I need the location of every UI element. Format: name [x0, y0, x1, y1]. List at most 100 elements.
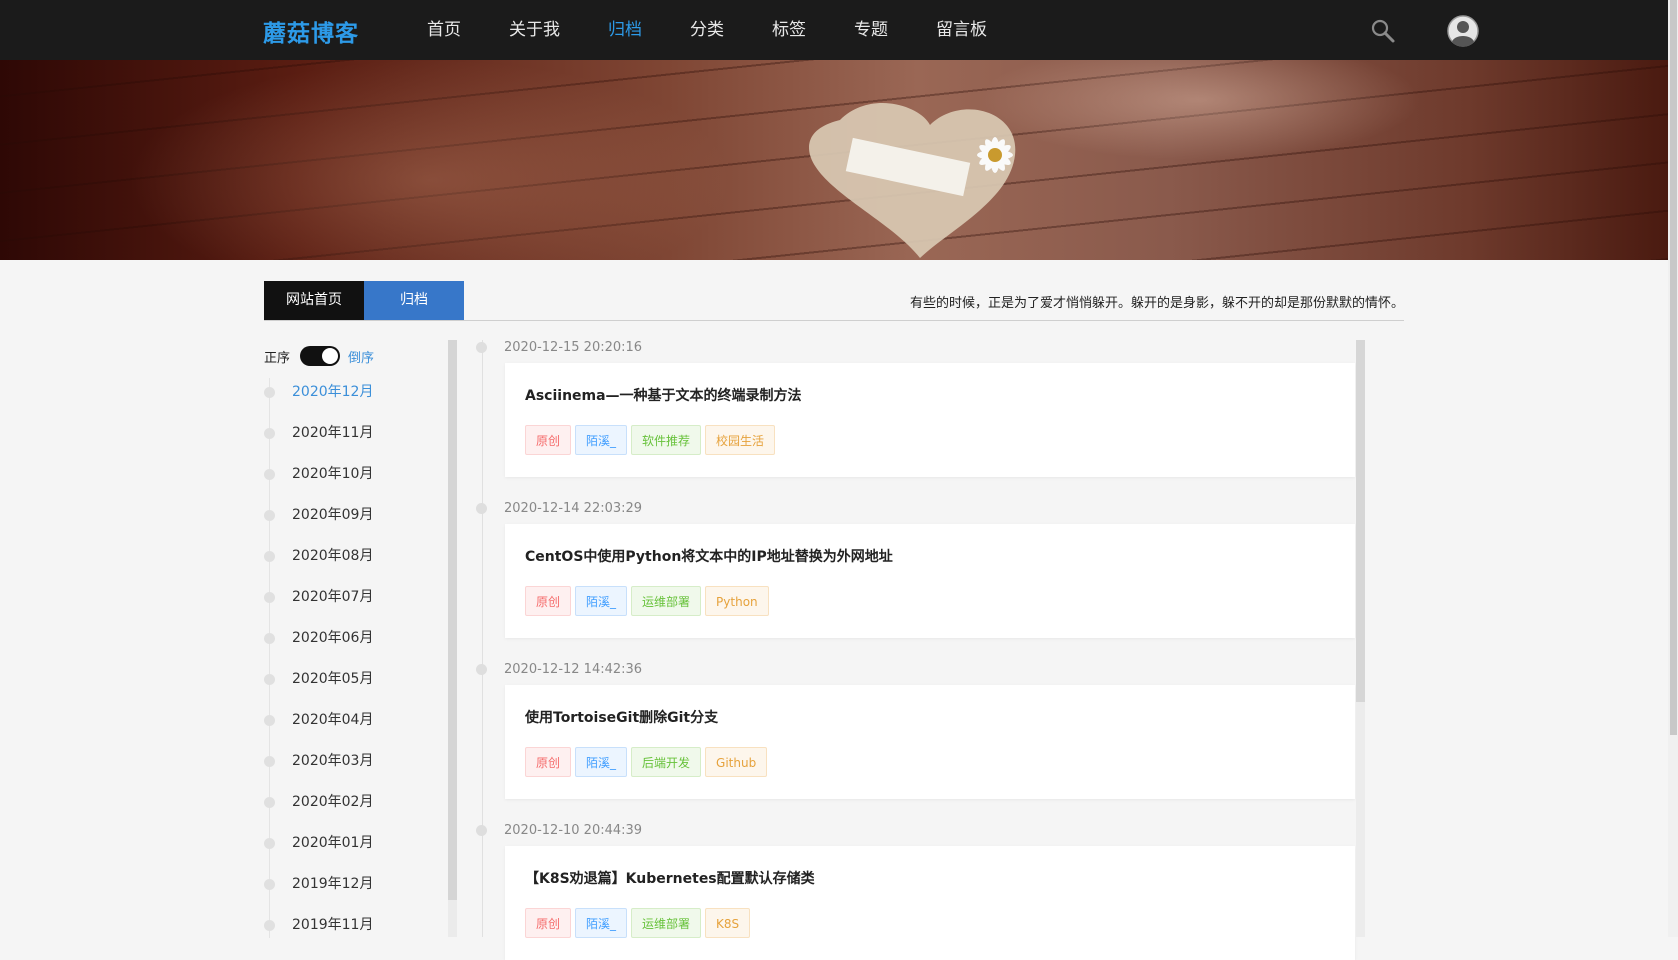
- site-logo[interactable]: 蘑菇博客: [263, 14, 359, 48]
- article-tags: 原创 陌溪_ 运维部署 Python: [525, 586, 773, 616]
- month-item[interactable]: 2020年02月: [264, 788, 373, 829]
- article-title[interactable]: 【K8S劝退篇】Kubernetes配置默认存储类: [525, 868, 815, 888]
- month-list: 2020年12月 2020年11月 2020年10月 2020年09月 2020年08月…: [264, 378, 373, 952]
- article-title[interactable]: 使用TortoiseGit删除Git分支: [525, 707, 718, 727]
- month-item[interactable]: 2020年05月: [264, 665, 373, 706]
- month-dot: [264, 428, 275, 439]
- heart-flower-illustration: [809, 103, 1016, 258]
- sort-asc-label[interactable]: 正序: [264, 347, 290, 366]
- month-dot: [264, 551, 275, 562]
- entry-date: 2020-12-10 20:44:39: [504, 823, 643, 838]
- entry-dot: [476, 664, 487, 675]
- entry-dot: [476, 825, 487, 836]
- month-item[interactable]: 2020年06月: [264, 624, 373, 665]
- nav-item-3[interactable]: 分类: [666, 0, 748, 60]
- month-item[interactable]: 2020年01月: [264, 829, 373, 870]
- article-card[interactable]: 使用TortoiseGit删除Git分支原创 陌溪_ 后端开发 Github: [505, 685, 1355, 799]
- month-label: 2020年09月: [292, 507, 374, 523]
- banner-image: [0, 60, 1668, 260]
- article-tag[interactable]: 陌溪_: [575, 908, 628, 938]
- article-tag[interactable]: 陌溪_: [575, 586, 628, 616]
- month-item[interactable]: 2020年10月: [264, 460, 373, 501]
- nav-item-1[interactable]: 关于我: [485, 0, 584, 60]
- month-item[interactable]: 2020年08月: [264, 542, 373, 583]
- page-scrollbar[interactable]: [1668, 0, 1678, 937]
- entries-scrollbar-thumb[interactable]: [1356, 340, 1365, 702]
- tabs-divider: [264, 320, 1404, 321]
- article-tag[interactable]: 原创: [525, 425, 572, 455]
- entry-dot: [476, 342, 487, 353]
- article-tag[interactable]: K8S: [705, 908, 751, 938]
- nav-item-2[interactable]: 归档: [584, 0, 666, 60]
- month-label: 2020年12月: [292, 384, 374, 400]
- month-item[interactable]: 2019年12月: [264, 870, 373, 911]
- article-card[interactable]: Asciinema—一种基于文本的终端录制方法原创 陌溪_ 软件推荐 校园生活: [505, 363, 1355, 477]
- article-card[interactable]: CentOS中使用Python将文本中的IP地址替换为外网地址原创 陌溪_ 运维部署…: [505, 524, 1355, 638]
- article-tag[interactable]: 校园生活: [705, 425, 776, 455]
- nav-item-0[interactable]: 首页: [403, 0, 485, 60]
- month-dot: [264, 715, 275, 726]
- month-label: 2020年03月: [292, 753, 374, 769]
- top-navbar: 蘑菇博客 首页 关于我 归档 分类 标签 专题 留言板: [0, 0, 1678, 60]
- month-label: 2020年05月: [292, 671, 374, 687]
- month-dot: [264, 469, 275, 480]
- article-tag[interactable]: 原创: [525, 586, 572, 616]
- month-item[interactable]: 2020年04月: [264, 706, 373, 747]
- month-item[interactable]: 2020年09月: [264, 501, 373, 542]
- month-item[interactable]: 2020年07月: [264, 583, 373, 624]
- article-tag[interactable]: 陌溪_: [575, 425, 628, 455]
- month-dot: [264, 387, 275, 398]
- sort-desc-label[interactable]: 倒序: [348, 347, 374, 366]
- article-title[interactable]: Asciinema—一种基于文本的终端录制方法: [525, 385, 802, 405]
- article-tag[interactable]: Python: [705, 586, 769, 616]
- article-tag[interactable]: 原创: [525, 908, 572, 938]
- motto-text: 有些的时候，正是为了爱才悄悄躲开。躲开的是身影，躲不开的却是那份默默的情怀。: [909, 296, 1404, 311]
- month-dot: [264, 879, 275, 890]
- month-list-scrollbar[interactable]: [448, 340, 457, 900]
- article-title[interactable]: CentOS中使用Python将文本中的IP地址替换为外网地址: [525, 546, 893, 566]
- article-tags: 原创 陌溪_ 后端开发 Github: [525, 747, 771, 777]
- month-dot: [264, 633, 275, 644]
- sort-order-toggle[interactable]: [300, 346, 341, 366]
- entry-date: 2020-12-12 14:42:36: [504, 662, 643, 677]
- user-avatar-icon[interactable]: [1447, 15, 1479, 47]
- month-item[interactable]: 2020年03月: [264, 747, 373, 788]
- toggle-knob: [322, 348, 339, 364]
- month-item[interactable]: 2020年12月: [264, 378, 373, 419]
- article-tags: 原创 陌溪_ 运维部署 K8S: [525, 908, 754, 938]
- entry-date: 2020-12-14 22:03:29: [504, 501, 643, 516]
- tab-archive[interactable]: 归档: [364, 281, 464, 320]
- month-label: 2020年08月: [292, 548, 374, 564]
- nav-item-6[interactable]: 留言板: [912, 0, 1011, 60]
- search-icon[interactable]: [1370, 18, 1396, 44]
- month-dot: [264, 756, 275, 767]
- month-dot: [264, 674, 275, 685]
- month-item[interactable]: 2019年11月: [264, 911, 373, 952]
- month-label: 2020年06月: [292, 630, 374, 646]
- month-item[interactable]: 2020年11月: [264, 419, 373, 460]
- month-label: 2020年11月: [292, 425, 374, 441]
- tab-site-home[interactable]: 网站首页: [264, 281, 364, 320]
- entry-date: 2020-12-15 20:20:16: [504, 340, 643, 355]
- month-list-scrollbar-track: [448, 900, 457, 937]
- nav-item-5[interactable]: 专题: [830, 0, 912, 60]
- month-dot: [264, 920, 275, 931]
- article-tag[interactable]: 后端开发: [631, 747, 702, 777]
- nav-item-4[interactable]: 标签: [748, 0, 830, 60]
- article-card[interactable]: 【K8S劝退篇】Kubernetes配置默认存储类原创 陌溪_ 运维部署 K8S: [505, 846, 1355, 960]
- article-tag[interactable]: Github: [705, 747, 768, 777]
- month-label: 2019年12月: [292, 876, 374, 892]
- article-tag[interactable]: 运维部署: [631, 908, 702, 938]
- month-dot: [264, 838, 275, 849]
- article-tag[interactable]: 原创: [525, 747, 572, 777]
- article-tag[interactable]: 软件推荐: [631, 425, 702, 455]
- article-tag[interactable]: 运维部署: [631, 586, 702, 616]
- article-tags: 原创 陌溪_ 软件推荐 校园生活: [525, 425, 779, 455]
- month-dot: [264, 797, 275, 808]
- entry-dot: [476, 503, 487, 514]
- month-label: 2019年11月: [292, 917, 374, 933]
- page-scrollbar-thumb[interactable]: [1670, 0, 1677, 735]
- month-label: 2020年04月: [292, 712, 374, 728]
- article-tag[interactable]: 陌溪_: [575, 747, 628, 777]
- sort-order-control: 正序 倒序: [264, 345, 374, 367]
